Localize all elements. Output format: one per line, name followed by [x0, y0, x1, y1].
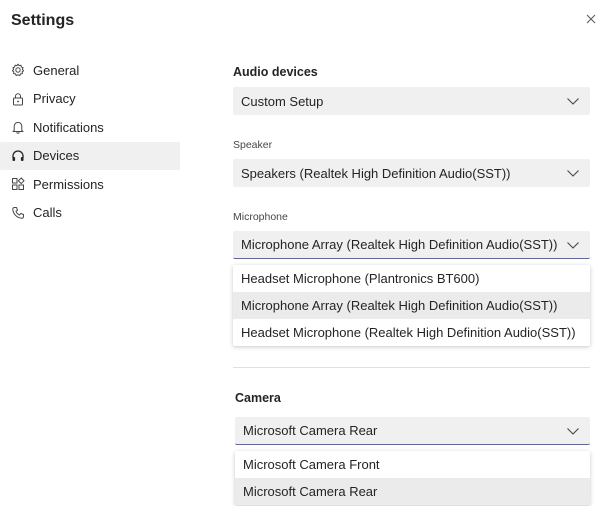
microphone-value: Microphone Array (Realtek High Definitio…	[241, 237, 558, 252]
sidebar-item-general[interactable]: General	[0, 56, 180, 84]
headset-icon	[11, 149, 25, 163]
sidebar-item-privacy[interactable]: Privacy	[0, 85, 180, 113]
phone-icon	[11, 206, 25, 220]
section-divider	[233, 367, 590, 368]
camera-option[interactable]: Microsoft Camera Front	[235, 451, 590, 478]
page-title: Settings	[11, 12, 75, 29]
speaker-select[interactable]: Speakers (Realtek High Definition Audio(…	[233, 159, 590, 187]
camera-dropdown-list: Microsoft Camera Front Microsoft Camera …	[235, 451, 590, 505]
audio-devices-value: Custom Setup	[241, 93, 324, 109]
microphone-dropdown-list: Headset Microphone (Plantronics BT600) M…	[233, 265, 590, 346]
microphone-option-selected[interactable]: Microphone Array (Realtek High Definitio…	[233, 292, 590, 319]
sidebar-item-label: Calls	[33, 205, 62, 220]
audio-devices-select[interactable]: Custom Setup	[233, 87, 590, 115]
sidebar-item-label: Notifications	[33, 119, 104, 135]
microphone-select[interactable]: Microphone Array (Realtek High Definitio…	[233, 231, 590, 259]
camera-heading: Camera	[235, 391, 281, 405]
camera-option-selected[interactable]: Microsoft Camera Rear	[235, 478, 590, 505]
sidebar-item-label: Permissions	[33, 176, 104, 192]
speaker-value: Speakers (Realtek High Definition Audio(…	[241, 165, 511, 181]
sidebar-item-label: Privacy	[33, 91, 76, 106]
sidebar-item-label: Devices	[33, 148, 80, 163]
chevron-down-icon	[566, 238, 580, 252]
sidebar-item-calls[interactable]: Calls	[0, 199, 180, 227]
sidebar-item-devices[interactable]: Devices	[0, 141, 180, 170]
microphone-option[interactable]: Headset Microphone (Plantronics BT600)	[233, 265, 590, 292]
camera-value: Microsoft Camera Rear	[243, 423, 378, 438]
gear-icon	[11, 63, 25, 77]
speaker-label: Speaker	[233, 139, 273, 151]
settings-sidebar: General Privacy Notifications Devices Pe…	[0, 56, 180, 227]
microphone-option[interactable]: Headset Microphone (Realtek High Definit…	[233, 319, 590, 346]
settings-window: Settings General Privacy Notifications D…	[0, 0, 599, 506]
apps-icon	[11, 177, 25, 191]
sidebar-item-label: General	[33, 62, 80, 78]
microphone-label: Microphone	[233, 211, 288, 223]
close-button[interactable]	[584, 12, 598, 26]
camera-select[interactable]: Microsoft Camera Rear	[235, 417, 590, 445]
audio-devices-heading: Audio devices	[233, 65, 318, 79]
sidebar-item-permissions[interactable]: Permissions	[0, 170, 180, 198]
bell-icon	[11, 120, 25, 134]
close-icon	[586, 14, 596, 24]
lock-icon	[11, 92, 25, 106]
chevron-down-icon	[566, 424, 580, 438]
sidebar-item-notifications[interactable]: Notifications	[0, 113, 180, 141]
chevron-down-icon	[566, 166, 580, 180]
chevron-down-icon	[566, 94, 580, 108]
